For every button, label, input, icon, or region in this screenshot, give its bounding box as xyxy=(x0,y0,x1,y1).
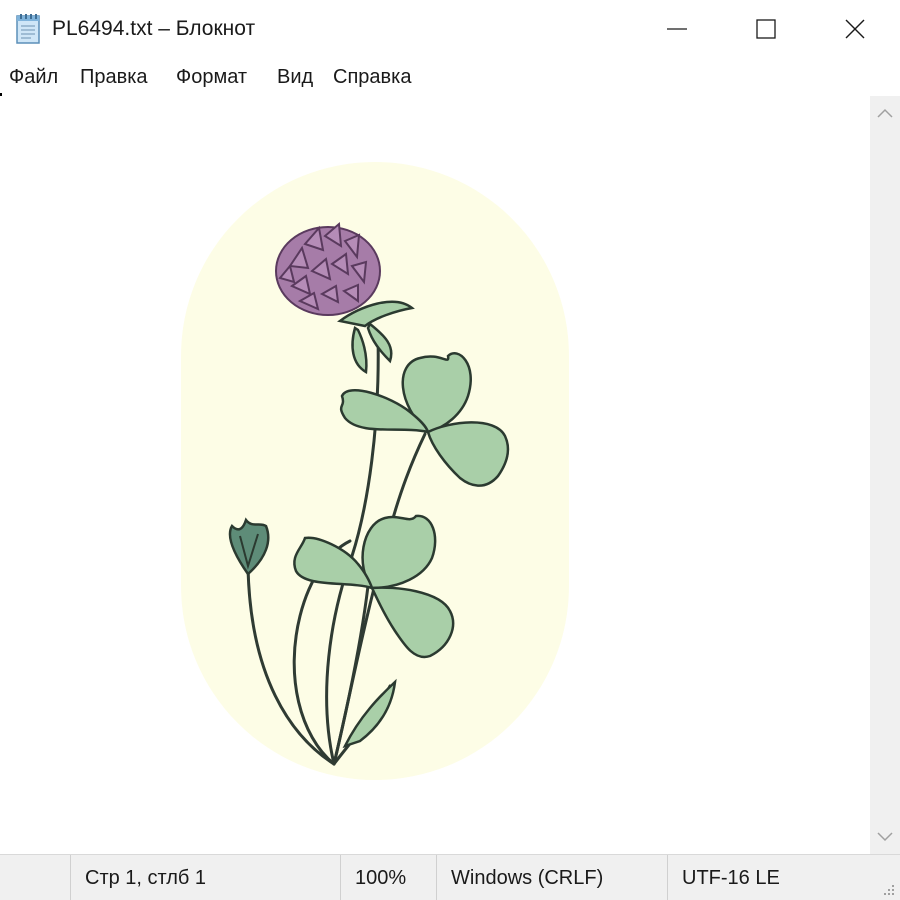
notepad-icon xyxy=(16,14,40,44)
menu-edit[interactable]: Правка xyxy=(80,64,148,90)
maximize-icon xyxy=(756,19,776,39)
status-zoom: 100% xyxy=(340,855,436,900)
menu-help[interactable]: Справка xyxy=(333,64,411,90)
maximize-button[interactable] xyxy=(721,0,811,58)
menu-file[interactable]: Файл xyxy=(9,64,58,90)
status-cursor-position: Стр 1, стлб 1 xyxy=(70,855,340,900)
menu-format[interactable]: Формат xyxy=(176,64,247,90)
close-icon xyxy=(845,19,865,39)
status-line-ending: Windows (CRLF) xyxy=(436,855,667,900)
menu-view[interactable]: Вид xyxy=(277,64,313,90)
minimize-button[interactable] xyxy=(632,0,722,58)
clover-illustration xyxy=(181,162,569,780)
scroll-up-button[interactable] xyxy=(870,96,900,130)
status-encoding: UTF-16 LE xyxy=(667,855,900,900)
resize-grip-icon[interactable] xyxy=(880,881,896,897)
status-bar: Стр 1, стлб 1 100% Windows (CRLF) UTF-16… xyxy=(0,854,900,900)
menu-bar: Файл Правка Формат Вид Справка xyxy=(0,58,900,97)
vertical-scrollbar[interactable] xyxy=(870,96,900,854)
close-button[interactable] xyxy=(810,0,900,58)
scroll-down-button[interactable] xyxy=(870,820,900,854)
window-title: PL6494.txt – Блокнот xyxy=(52,17,256,40)
chevron-down-icon xyxy=(877,832,893,842)
notepad-window: PL6494.txt – Блокнот Файл Правка Формат … xyxy=(0,0,900,900)
title-bar[interactable]: PL6494.txt – Блокнот xyxy=(0,0,900,58)
text-editor-area[interactable] xyxy=(0,96,870,854)
minimize-icon xyxy=(667,28,687,30)
chevron-up-icon xyxy=(877,108,893,118)
